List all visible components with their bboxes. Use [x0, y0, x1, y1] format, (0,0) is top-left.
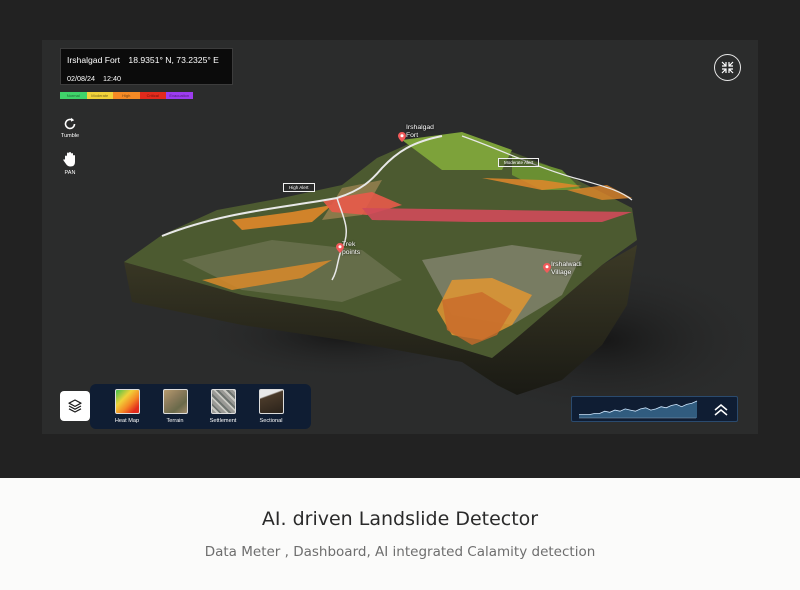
- legend-high: High: [113, 92, 140, 99]
- high-alert-tag[interactable]: High Alert: [283, 183, 315, 192]
- trek-points-label: Trek points: [342, 241, 361, 256]
- severity-legend: Normal Moderate High Critical Evacuation: [60, 92, 193, 99]
- location-time: 12:40: [102, 74, 121, 83]
- location-name: Irshalgad Fort: [67, 55, 121, 65]
- village-label: Irshalwadi Village: [551, 261, 582, 276]
- layer-selector-bar: Heat Map Terrain Settlement Sectional: [90, 384, 311, 429]
- terrain-thumbnail: [162, 389, 188, 414]
- layer-terrain-label: Terrain: [166, 418, 184, 424]
- legend-critical: Critical: [139, 92, 166, 99]
- data-meter-area: [579, 401, 697, 418]
- layer-sectional-label: Sectional: [259, 418, 283, 424]
- legend-normal: Normal: [60, 92, 87, 99]
- map-viewport[interactable]: Irshalgad Fort 18.9351° N, 73.2325° E 02…: [42, 40, 758, 434]
- layer-heat-map-label: Heat Map: [114, 418, 140, 424]
- collapse-arrows-icon: [721, 61, 734, 74]
- fort-location-pin-icon[interactable]: [398, 132, 406, 142]
- data-meter-sparkline: [579, 400, 698, 419]
- settlement-thumbnail: [210, 389, 236, 414]
- tumble-label: Tumble: [60, 133, 80, 139]
- double-chevron-up-icon: [714, 403, 728, 416]
- pan-label: PAN: [64, 170, 76, 176]
- pan-tool-button[interactable]: PAN: [56, 151, 84, 176]
- village-location-pin-icon[interactable]: [543, 263, 551, 273]
- rotate-icon: [64, 117, 76, 130]
- legend-evacuation: Evacuation: [166, 92, 193, 99]
- expand-data-meter-button[interactable]: [709, 399, 733, 420]
- fort-label: Irshalgad Fort: [406, 124, 434, 139]
- layers-toggle-button[interactable]: [60, 391, 90, 421]
- data-meter-panel[interactable]: [571, 396, 738, 422]
- caption-title: AI. driven Landslide Detector: [261, 508, 539, 530]
- legend-moderate: Moderate: [86, 92, 113, 99]
- heat-map-thumbnail: [114, 389, 140, 414]
- layer-sectional-button[interactable]: Sectional: [248, 389, 294, 424]
- hand-icon: [63, 152, 75, 167]
- layer-terrain-button[interactable]: Terrain: [152, 389, 198, 424]
- layer-settlement-label: Settlement: [209, 418, 237, 424]
- collapse-view-button[interactable]: [714, 54, 741, 81]
- tumble-tool-button[interactable]: Tumble: [56, 117, 84, 139]
- layer-heat-map-button[interactable]: Heat Map: [104, 389, 150, 424]
- sectional-thumbnail: [258, 389, 284, 414]
- location-coordinates: 18.9351° N, 73.2325° E: [128, 55, 219, 65]
- layer-settlement-button[interactable]: Settlement: [200, 389, 246, 424]
- caption-subtitle: Data Meter , Dashboard, AI integrated Ca…: [204, 544, 596, 560]
- terrain-3d-model[interactable]: [42, 40, 758, 434]
- location-date: 02/08/24: [67, 74, 95, 83]
- layers-icon: [68, 399, 82, 413]
- moderate-alert-tag[interactable]: Moderate Alert: [498, 158, 540, 167]
- location-info-box: Irshalgad Fort 18.9351° N, 73.2325° E 02…: [60, 48, 233, 85]
